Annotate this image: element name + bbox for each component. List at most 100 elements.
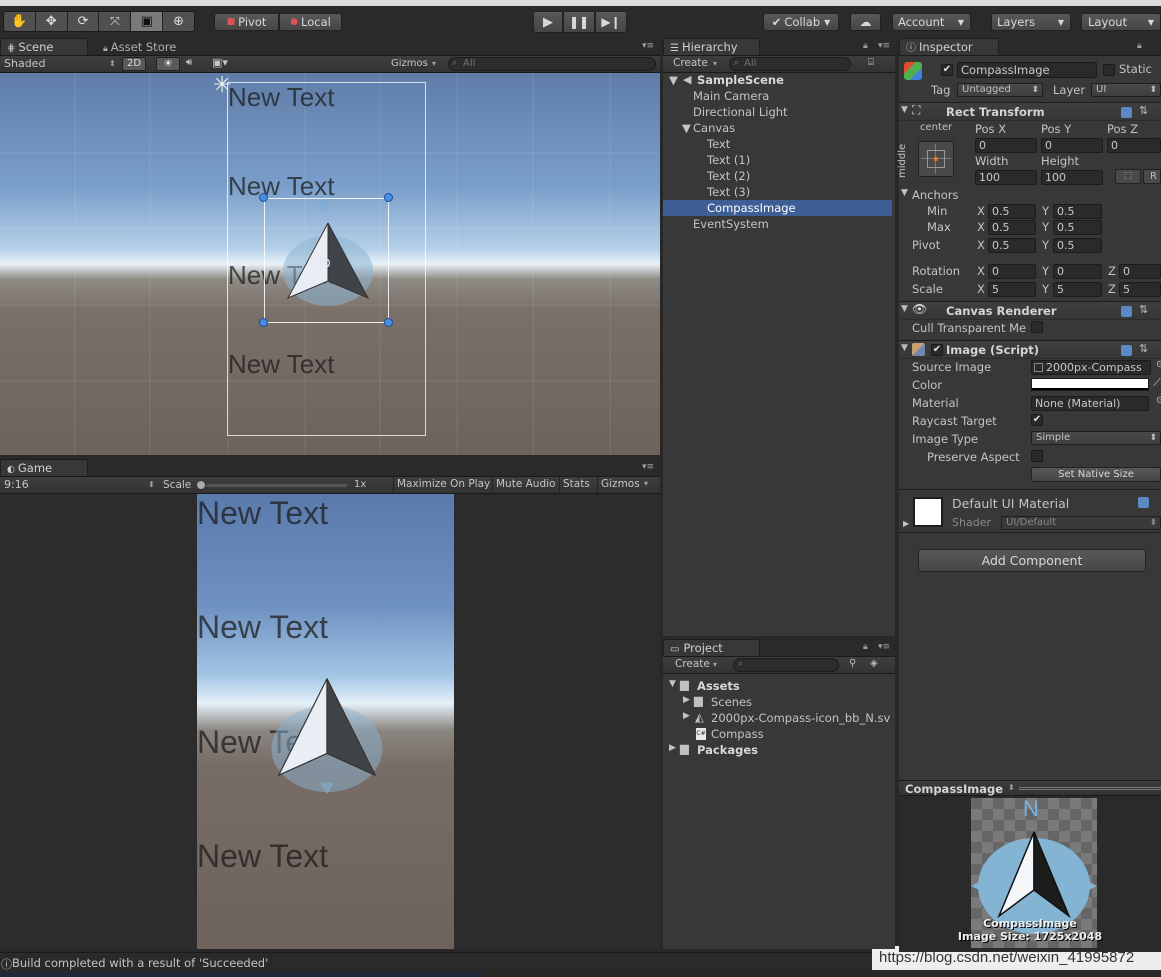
pos-x-input[interactable]: 0 bbox=[975, 138, 1037, 153]
tab-inspector[interactable]: ⓘ Inspector bbox=[899, 38, 999, 55]
pos-y-input[interactable]: 0 bbox=[1041, 138, 1103, 153]
collab-button[interactable]: ✔ Collab ▼ bbox=[763, 13, 839, 31]
layout-dropdown[interactable]: Layout ▼ bbox=[1081, 13, 1161, 31]
hand-tool-icon[interactable]: ✋ bbox=[4, 12, 36, 31]
transform-tool-icon[interactable]: ⊕ bbox=[163, 12, 194, 31]
scale-slider-thumb[interactable] bbox=[196, 480, 206, 490]
object-name-input[interactable]: CompassImage bbox=[957, 62, 1097, 78]
material-expand-icon[interactable]: ▶ bbox=[903, 519, 909, 528]
tab-asset-store[interactable]: 🔒︎ Asset Store bbox=[96, 38, 192, 55]
anchors-expand-icon[interactable]: ▼ bbox=[901, 188, 908, 198]
filter-icon[interactable]: ⌸ bbox=[868, 57, 874, 68]
rotation-x-input[interactable]: 0 bbox=[988, 264, 1036, 279]
cloud-button[interactable]: ☁ bbox=[850, 13, 881, 31]
static-checkbox[interactable] bbox=[1103, 64, 1115, 76]
preset-icon[interactable]: ⇅ bbox=[1139, 303, 1148, 316]
scale-z-input[interactable]: 5 bbox=[1119, 282, 1161, 297]
rect-handle-bottom-right[interactable] bbox=[384, 318, 393, 327]
object-picker-icon[interactable]: ⊙ bbox=[1156, 395, 1161, 406]
hierarchy-item-canvas[interactable]: Canvas bbox=[693, 121, 735, 135]
preset-icon[interactable]: ⇅ bbox=[1139, 104, 1148, 117]
project-search-input[interactable] bbox=[733, 658, 839, 672]
hierarchy-create-button[interactable]: Create bbox=[673, 57, 708, 69]
help-icon[interactable] bbox=[1121, 306, 1132, 317]
lock-icon[interactable]: 🔒︎ bbox=[1137, 41, 1142, 51]
preview-title[interactable]: CompassImage bbox=[905, 782, 1003, 796]
scene-expand-icon[interactable]: ▼ bbox=[669, 73, 678, 87]
blueprint-mode-icon[interactable]: ⬚ bbox=[1115, 169, 1141, 184]
status-message[interactable]: Build completed with a result of 'Succee… bbox=[12, 956, 268, 970]
panel-menu-icon[interactable]: ▾≡ bbox=[642, 462, 654, 472]
2d-toggle[interactable]: 2D bbox=[122, 57, 146, 71]
color-swatch[interactable] bbox=[1031, 378, 1149, 391]
shader-dropdown[interactable]: UI/Default bbox=[1001, 516, 1161, 530]
scene-search-input[interactable]: All bbox=[448, 57, 656, 71]
help-icon[interactable] bbox=[1121, 107, 1132, 118]
lock-icon[interactable]: 🔒︎ bbox=[863, 642, 868, 652]
scene-viewport[interactable]: ✳ New Text New Text New Text New Text N … bbox=[0, 73, 660, 455]
preset-icon[interactable]: ⇅ bbox=[1139, 342, 1148, 355]
anchor-min-x-input[interactable]: 0.5 bbox=[988, 204, 1036, 219]
pivot-x-input[interactable]: 0.5 bbox=[988, 238, 1036, 253]
texture-expand-icon[interactable]: ▶ bbox=[683, 711, 690, 721]
project-item-scenes[interactable]: Scenes bbox=[711, 695, 752, 709]
image-enabled-checkbox[interactable]: ✔ bbox=[931, 344, 943, 356]
filter-by-type-icon[interactable]: ⚲ bbox=[849, 658, 856, 669]
layer-dropdown[interactable]: UI bbox=[1091, 83, 1161, 97]
local-button[interactable]: ● Local bbox=[279, 13, 342, 31]
move-tool-icon[interactable]: ✥ bbox=[35, 12, 68, 31]
canvas-expand-icon[interactable]: ▼ bbox=[682, 121, 691, 135]
filter-by-label-icon[interactable]: ◈ bbox=[870, 658, 878, 669]
rect-tool-icon[interactable]: ▣ bbox=[131, 12, 164, 31]
width-input[interactable]: 100 bbox=[975, 170, 1037, 185]
tab-project[interactable]: ▭ Project bbox=[663, 639, 760, 656]
account-dropdown[interactable]: Account ▼ bbox=[892, 13, 971, 31]
add-component-button[interactable]: Add Component bbox=[918, 549, 1146, 572]
effects-toggle-icon[interactable]: ▣▾ bbox=[212, 56, 228, 69]
layers-dropdown[interactable]: Layers ▼ bbox=[991, 13, 1071, 31]
play-button[interactable]: ▶ bbox=[533, 11, 563, 33]
assets-expand-icon[interactable]: ▼ bbox=[669, 679, 676, 689]
anchor-min-y-input[interactable]: 0.5 bbox=[1053, 204, 1102, 219]
raycast-target-checkbox[interactable]: ✔ bbox=[1031, 414, 1043, 426]
canvas-renderer-header[interactable]: ▼ 👁︎ Canvas Renderer ⇅ bbox=[899, 301, 1161, 320]
image-script-header[interactable]: ▼ ✔ Image (Script) ⇅ bbox=[899, 340, 1161, 359]
panel-menu-icon[interactable]: ▾≡ bbox=[642, 41, 654, 51]
scene-gizmos-dropdown[interactable]: Gizmos bbox=[391, 58, 428, 69]
hierarchy-item-text-1[interactable]: Text (1) bbox=[707, 153, 750, 167]
raw-edit-button[interactable]: R bbox=[1143, 169, 1161, 184]
preview-resize-handle[interactable] bbox=[1019, 787, 1161, 790]
rect-transform-header[interactable]: ▼ ⛶ Rect Transform ⇅ bbox=[899, 102, 1161, 121]
set-native-size-button[interactable]: Set Native Size bbox=[1031, 467, 1161, 482]
panel-menu-icon[interactable]: ▾≡ bbox=[878, 41, 890, 51]
game-screen[interactable]: New Text New Text New Text New Text bbox=[197, 494, 454, 949]
project-item-compass-texture[interactable]: 2000px-Compass-icon_bb_N.sv bbox=[711, 711, 890, 725]
height-input[interactable]: 100 bbox=[1041, 170, 1103, 185]
project-item-compass-script[interactable]: Compass bbox=[711, 727, 764, 741]
anchor-max-y-input[interactable]: 0.5 bbox=[1053, 220, 1102, 235]
rect-handle-top-left[interactable] bbox=[259, 193, 268, 202]
tag-dropdown[interactable]: Untagged bbox=[957, 83, 1043, 97]
cull-transparent-checkbox[interactable] bbox=[1031, 321, 1043, 333]
hierarchy-item-eventsystem[interactable]: EventSystem bbox=[693, 217, 769, 231]
hierarchy-item-main-camera[interactable]: Main Camera bbox=[693, 89, 769, 103]
help-icon[interactable] bbox=[1121, 345, 1132, 356]
rotation-z-input[interactable]: 0 bbox=[1119, 264, 1161, 279]
rect-handle-top-right[interactable] bbox=[384, 193, 393, 202]
anchor-preset-button[interactable] bbox=[918, 141, 954, 177]
hierarchy-item-compassimage[interactable]: CompassImage bbox=[707, 201, 796, 215]
panel-menu-icon[interactable]: ▾≡ bbox=[878, 642, 890, 652]
lock-icon[interactable]: 🔒︎ bbox=[863, 41, 868, 51]
maximize-on-play-toggle[interactable]: Maximize On Play bbox=[393, 477, 493, 493]
project-item-assets[interactable]: Assets bbox=[697, 679, 740, 693]
rotate-tool-icon[interactable]: ⟳ bbox=[67, 12, 100, 31]
pivot-y-input[interactable]: 0.5 bbox=[1053, 238, 1102, 253]
pause-button[interactable]: ❚❚ bbox=[563, 11, 595, 33]
step-button[interactable]: ▶❙ bbox=[595, 11, 627, 33]
hierarchy-item-directional-light[interactable]: Directional Light bbox=[693, 105, 788, 119]
tab-hierarchy[interactable]: ☰ Hierarchy bbox=[663, 38, 760, 55]
game-gizmos-dropdown[interactable]: Gizmos bbox=[597, 477, 643, 493]
source-image-field[interactable]: 2000px-Compass bbox=[1031, 360, 1151, 375]
tab-scene[interactable]: ⋕ Scene bbox=[0, 38, 88, 55]
eyedropper-icon[interactable]: ⟋ bbox=[1153, 376, 1161, 390]
